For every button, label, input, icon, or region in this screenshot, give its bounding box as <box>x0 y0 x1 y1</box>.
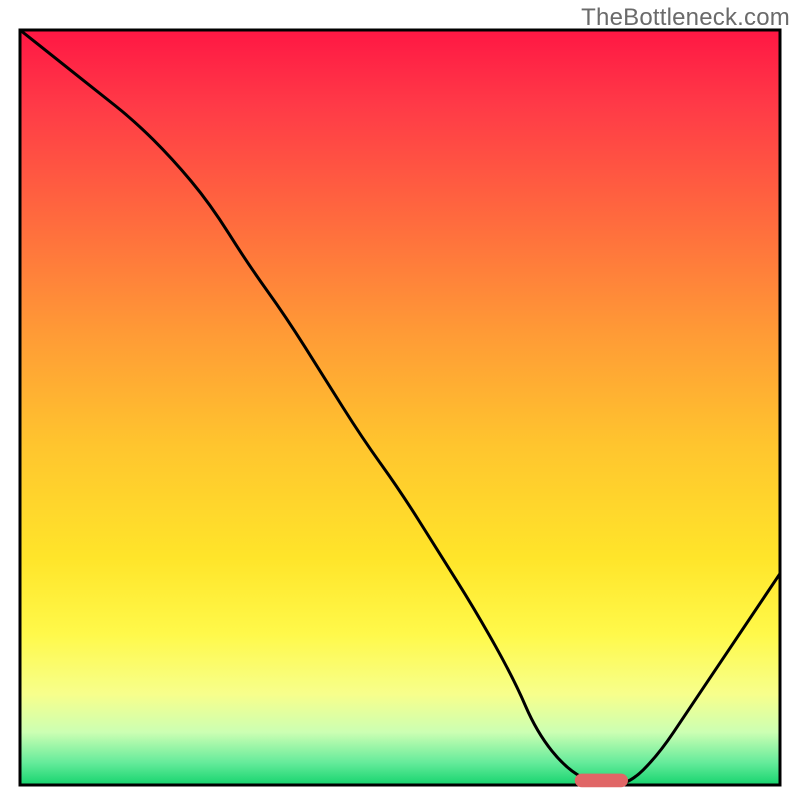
chart-container: { "watermark": "TheBottleneck.com", "cha… <box>0 0 800 800</box>
optimum-marker <box>575 774 628 788</box>
plot-area <box>20 30 780 785</box>
watermark-text: TheBottleneck.com <box>581 4 790 32</box>
gradient-background <box>20 30 780 785</box>
bottleneck-chart <box>0 0 800 800</box>
